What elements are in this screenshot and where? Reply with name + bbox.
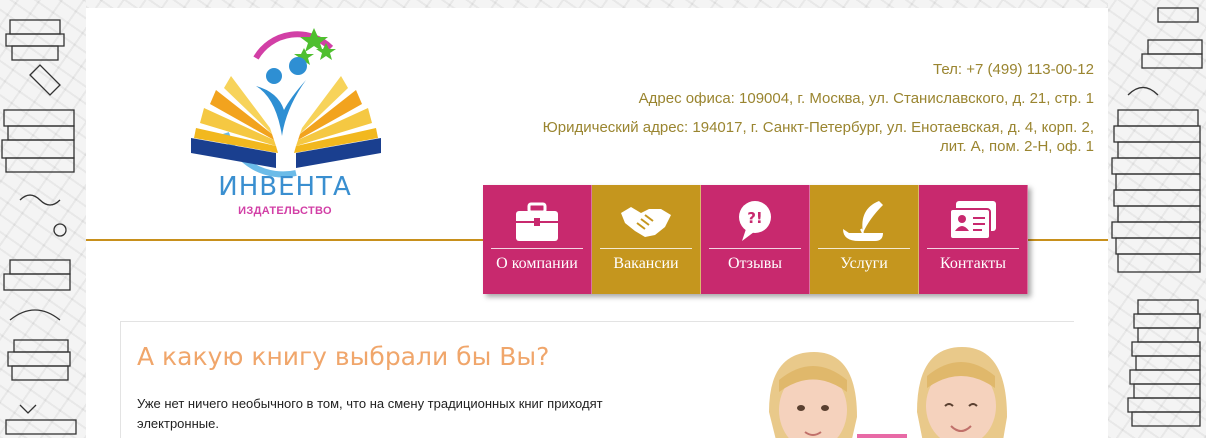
logo-subtitle: ИЗДАТЕЛЬСТВО <box>238 205 332 217</box>
legal-address-line1: Юридический адрес: 194017, г. Санкт-Пете… <box>542 119 1094 136</box>
page-container: ИНВЕНТА ИЗДАТЕЛЬСТВО Тел: +7 (499) 113-0… <box>86 8 1108 438</box>
nav-item-vacancies[interactable]: Вакансии <box>592 185 701 294</box>
girls-reading-photo <box>739 322 1075 438</box>
legal-address-line2: лит. А, пом. 2-Н, оф. 1 <box>940 138 1094 155</box>
nav-label-contacts: Контакты <box>939 255 1007 272</box>
article-heading: А какую книгу выбрали бы Вы? <box>137 342 550 371</box>
nav-separator <box>927 248 1019 249</box>
office-address-text: Адрес офиса: 109004, г. Москва, ул. Стан… <box>638 90 1094 107</box>
books-doodle-icon <box>1 19 77 435</box>
left-doodle-background <box>0 0 86 438</box>
nav-item-reviews[interactable]: ?! Отзывы <box>701 185 810 294</box>
main-navigation: О компании Вакансии ?! Отзывы Услуги Кон… <box>483 185 1028 294</box>
nav-item-services[interactable]: Услуги <box>810 185 919 294</box>
logo-title: ИНВЕНТА <box>218 172 352 202</box>
nav-separator <box>818 248 910 249</box>
nav-label-vacancies: Вакансии <box>613 255 679 272</box>
nav-separator <box>491 248 583 249</box>
nav-label-services: Услуги <box>840 255 888 272</box>
briefcase-icon <box>516 202 558 241</box>
quill-icon <box>843 201 883 241</box>
nav-item-about[interactable]: О компании <box>483 185 592 294</box>
contact-card-icon <box>949 201 996 240</box>
article-intro: Уже нет ничего необычного в том, что на … <box>137 396 603 431</box>
nav-item-contacts[interactable]: Контакты <box>919 185 1028 294</box>
contact-info: Тел: +7 (499) 113-00-12 Адрес офиса: 109… <box>454 60 1094 156</box>
nav-label-reviews: Отзывы <box>727 255 783 272</box>
books-stack-doodle-icon <box>1111 7 1203 427</box>
nav-separator <box>709 248 801 249</box>
article-card: А какую книгу выбрали бы Вы? Уже нет нич… <box>120 321 1075 438</box>
speech-bubble-icon: ?! <box>739 201 771 241</box>
phone-text: Тел: +7 (499) 113-00-12 <box>933 61 1094 78</box>
top-doodle-strip <box>86 0 1108 8</box>
right-doodle-background <box>1108 0 1206 438</box>
nav-separator <box>600 248 692 249</box>
handshake-icon <box>621 207 671 237</box>
nav-label-about: О компании <box>496 255 578 272</box>
svg-text:?!: ?! <box>747 209 763 227</box>
